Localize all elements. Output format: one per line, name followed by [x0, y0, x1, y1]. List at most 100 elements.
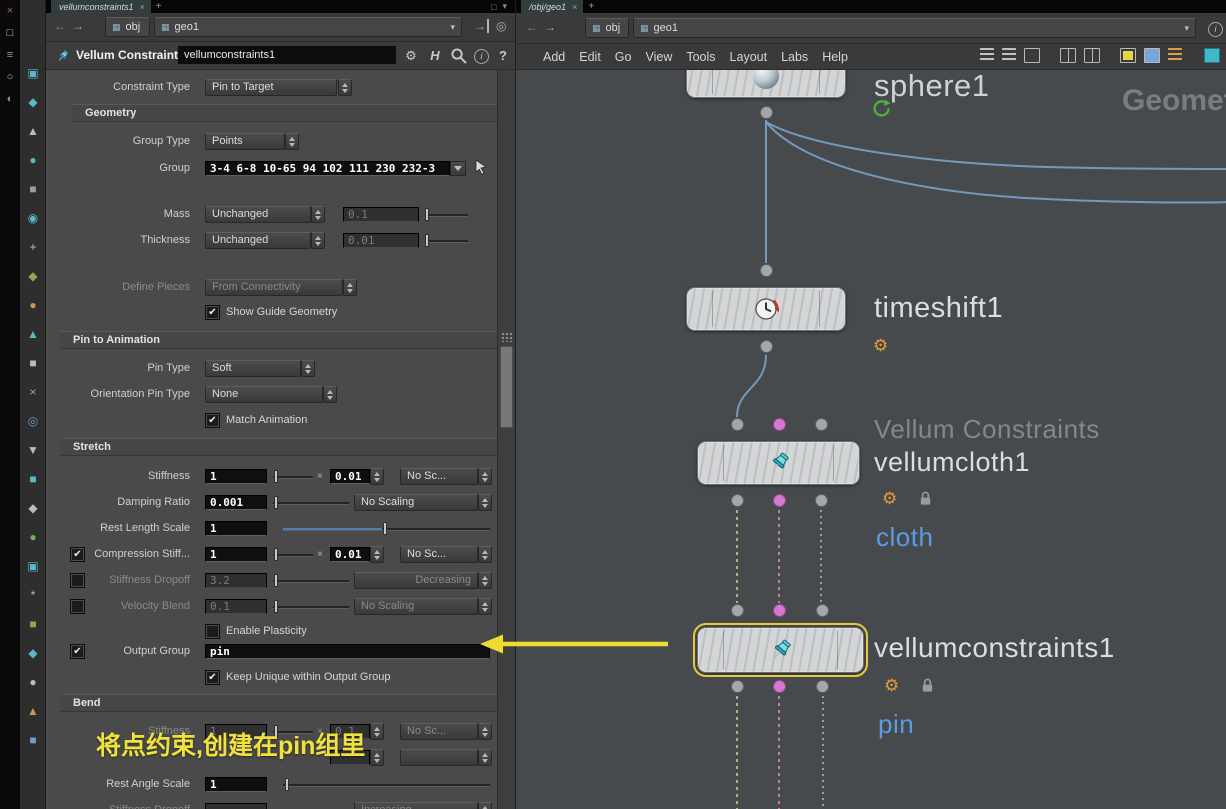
wrench-tools-icon[interactable]: [980, 48, 994, 63]
tab-obj-geo1[interactable]: /obj/geo1 ×: [521, 0, 584, 13]
shelf-tool-icon[interactable]: [1204, 48, 1220, 63]
bend-stiffness-scale-spinner[interactable]: [478, 723, 492, 740]
thickness-field[interactable]: 0.01: [343, 233, 419, 248]
close-tab-icon[interactable]: ×: [140, 2, 145, 12]
slider-handle[interactable]: [285, 778, 289, 791]
window-icon[interactable]: ◐: [0, 88, 20, 110]
tool-icon[interactable]: ●: [20, 667, 46, 696]
panel-menu-icon[interactable]: ▾: [502, 1, 507, 12]
group-type-spinner[interactable]: [285, 133, 299, 150]
stiffness-scale-dropdown[interactable]: No Sc...: [400, 468, 478, 485]
bend-extra-dropdown[interactable]: [400, 749, 478, 766]
houdini-help-icon[interactable]: H: [426, 47, 444, 65]
thickness-mode-dropdown[interactable]: Unchanged: [205, 232, 311, 249]
breadcrumb-obj[interactable]: ▦ obj: [585, 18, 629, 38]
mass-mode-spinner[interactable]: [311, 206, 325, 223]
tool-icon[interactable]: ■: [20, 725, 46, 754]
close-tab-icon[interactable]: ×: [572, 2, 577, 12]
define-pieces-dropdown[interactable]: From Connectivity: [205, 279, 343, 296]
output-connector-constraints[interactable]: [773, 680, 786, 693]
tool-icon[interactable]: ■: [20, 609, 46, 638]
slider-handle[interactable]: [274, 600, 278, 613]
input-connector[interactable]: [816, 604, 829, 617]
show-guide-checkbox[interactable]: [205, 305, 220, 320]
input-connector[interactable]: [815, 418, 828, 431]
stiffness-mult-field[interactable]: 0.01: [330, 469, 370, 484]
match-animation-checkbox[interactable]: [205, 413, 220, 428]
tool-icon[interactable]: ■: [20, 174, 46, 203]
compression-scale-dropdown[interactable]: No Sc...: [400, 546, 478, 563]
menu-item[interactable]: Go: [615, 50, 632, 64]
grid-view-icon[interactable]: [1060, 48, 1076, 63]
tool-icon[interactable]: ▲: [20, 319, 46, 348]
node-sphere1[interactable]: [686, 70, 846, 98]
window-icon[interactable]: ≡: [0, 44, 20, 66]
output-connector-constraints[interactable]: [773, 494, 786, 507]
tool-icon[interactable]: ◆: [20, 87, 46, 116]
breadcrumb-geo1[interactable]: ▦ geo1 ▾: [154, 17, 462, 37]
tool-icon[interactable]: ●: [20, 145, 46, 174]
define-pieces-spinner[interactable]: [343, 279, 357, 296]
panel-maximize-icon[interactable]: □: [491, 2, 496, 12]
node-name-field[interactable]: vellumconstraints1: [178, 46, 396, 64]
group-field[interactable]: 3-4 6-8 10-65 94 102 111 230 232-3: [205, 161, 450, 176]
notes-icon[interactable]: [1120, 48, 1136, 63]
info-icon[interactable]: i: [1208, 22, 1223, 37]
rest-angle-field[interactable]: 1: [205, 777, 267, 792]
menu-item[interactable]: Layout: [730, 50, 768, 64]
slider-handle[interactable]: [425, 208, 429, 221]
tool-icon[interactable]: ◉: [20, 203, 46, 232]
scrollbar-thumb[interactable]: [500, 346, 513, 428]
group-type-dropdown[interactable]: Points: [205, 133, 285, 150]
tool-icon[interactable]: ■: [20, 348, 46, 377]
section-stretch[interactable]: Stretch: [60, 438, 498, 456]
velocity-blend-slider[interactable]: [273, 599, 349, 614]
tool-icon[interactable]: ●: [20, 522, 46, 551]
slider-handle[interactable]: [274, 574, 278, 587]
window-icon[interactable]: □: [0, 22, 20, 44]
network-canvas[interactable]: Geometr sphere1: [516, 70, 1226, 809]
orange-list-icon[interactable]: [1168, 48, 1182, 63]
breadcrumb-geo1[interactable]: ▦ geo1 ▾: [633, 18, 1196, 38]
slider-handle[interactable]: [383, 522, 387, 535]
stiffness-dropoff-dropdown[interactable]: Decreasing: [354, 572, 478, 589]
mass-mode-dropdown[interactable]: Unchanged: [205, 206, 311, 223]
tool-icon[interactable]: ▣: [20, 58, 46, 87]
output-connector[interactable]: [760, 106, 773, 119]
output-connector[interactable]: [815, 494, 828, 507]
help-icon[interactable]: ?: [494, 47, 512, 65]
compression-mult-spinner[interactable]: [370, 546, 384, 563]
node-vellumcloth1[interactable]: [697, 441, 860, 485]
bend-stiffness-scale-dropdown[interactable]: No Sc...: [400, 723, 478, 740]
bend-dropoff-spinner[interactable]: [478, 802, 492, 809]
stiffness-slider[interactable]: [273, 469, 313, 484]
back-icon[interactable]: ←: [54, 19, 66, 33]
tree-list-icon[interactable]: [1002, 48, 1016, 63]
bend-stiffness-mult-spinner[interactable]: [370, 723, 384, 740]
target-icon[interactable]: ◎: [496, 19, 506, 33]
bend-dropoff-slider[interactable]: [273, 803, 349, 809]
pin-type-spinner[interactable]: [301, 360, 315, 377]
section-pin-to-animation[interactable]: Pin to Animation: [60, 331, 498, 349]
orientation-pin-type-spinner[interactable]: [323, 386, 337, 403]
tool-icon[interactable]: ▲: [20, 116, 46, 145]
rest-length-field[interactable]: 1: [205, 521, 267, 536]
damping-scale-dropdown[interactable]: No Scaling: [354, 494, 478, 511]
mass-field[interactable]: 0.1: [343, 207, 419, 222]
thickness-slider[interactable]: [425, 233, 468, 248]
stiffness-dropoff-slider[interactable]: [273, 573, 349, 588]
param-scrollbar[interactable]: [497, 70, 515, 809]
velocity-blend-spinner[interactable]: [478, 598, 492, 615]
reselect-arrow-icon[interactable]: [474, 159, 490, 176]
tool-icon[interactable]: +: [20, 232, 46, 261]
tool-icon[interactable]: ▲: [20, 696, 46, 725]
input-connector-constraints[interactable]: [773, 604, 786, 617]
breadcrumb-obj[interactable]: ▦ obj: [105, 17, 150, 37]
tool-icon[interactable]: ◆: [20, 638, 46, 667]
output-connector[interactable]: [731, 494, 744, 507]
node-vellumconstraints1[interactable]: [693, 623, 868, 677]
bend-extra-scale-spinner[interactable]: [478, 749, 492, 766]
input-connector[interactable]: [731, 604, 744, 617]
pin-panel-icon[interactable]: →: [474, 19, 489, 33]
output-connector[interactable]: [731, 680, 744, 693]
